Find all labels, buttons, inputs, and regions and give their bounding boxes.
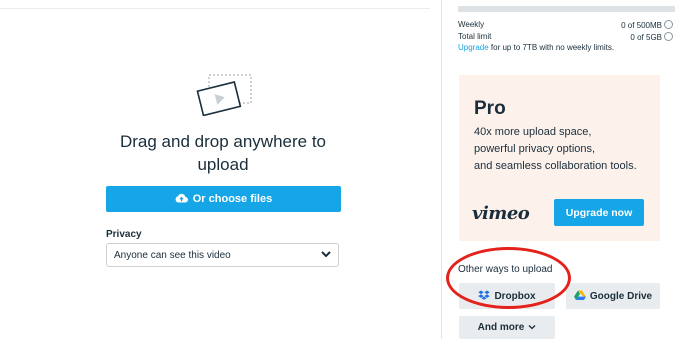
total-limit-row: Total limit 0 of 5GB: [458, 32, 675, 42]
top-divider: [0, 8, 430, 9]
column-divider: [441, 0, 442, 339]
google-drive-label: Google Drive: [589, 290, 653, 302]
upgrade-line: Upgrade for up to 7TB with no weekly lim…: [458, 43, 614, 52]
weekly-label: Weekly: [458, 20, 485, 29]
choose-files-label: Or choose files: [192, 193, 273, 205]
and-more-label: And more: [477, 322, 525, 333]
upgrade-note: for up to 7TB with no weekly limits.: [488, 43, 615, 52]
dropbox-icon: [478, 290, 491, 303]
privacy-label: Privacy: [106, 229, 142, 240]
dropbox-button[interactable]: Dropbox: [459, 283, 555, 309]
pro-desc-line: 40x more upload space,: [474, 126, 592, 138]
other-ways-label: Other ways to upload: [458, 264, 553, 275]
upload-headline: Drag and drop anywhere to upload: [119, 132, 327, 174]
info-icon[interactable]: [664, 20, 673, 29]
weekly-usage-row: Weekly 0 of 500MB: [458, 20, 675, 30]
weekly-usage-bar: [458, 6, 675, 12]
choose-files-button[interactable]: Or choose files: [106, 186, 341, 212]
chevron-down-icon: [528, 322, 536, 333]
video-frame-illustration: [195, 74, 255, 117]
chevron-down-icon: [321, 250, 331, 261]
google-drive-button[interactable]: Google Drive: [566, 283, 660, 309]
info-icon[interactable]: [664, 32, 673, 41]
privacy-value: Anyone can see this video: [114, 249, 231, 261]
total-limit-label: Total limit: [458, 32, 492, 41]
privacy-select[interactable]: Anyone can see this video: [106, 243, 339, 267]
weekly-value: 0 of 500MB: [621, 21, 662, 30]
pro-title: Pro: [474, 98, 506, 119]
upgrade-now-button[interactable]: Upgrade now: [554, 199, 644, 226]
pro-promo-card: Pro 40x more upload space, powerful priv…: [459, 75, 660, 241]
vimeo-logo: vimeo: [472, 203, 530, 224]
pro-description: 40x more upload space, powerful privacy …: [474, 124, 659, 175]
total-limit-value: 0 of 5GB: [630, 33, 662, 42]
dropbox-label: Dropbox: [494, 290, 536, 302]
pro-desc-line: powerful privacy options,: [474, 143, 596, 155]
pro-desc-line: and seamless collaboration tools.: [474, 160, 637, 172]
upgrade-link[interactable]: Upgrade: [458, 43, 489, 52]
and-more-button[interactable]: And more: [459, 316, 555, 339]
google-drive-icon: [573, 290, 586, 303]
cloud-upload-icon: [175, 193, 188, 206]
